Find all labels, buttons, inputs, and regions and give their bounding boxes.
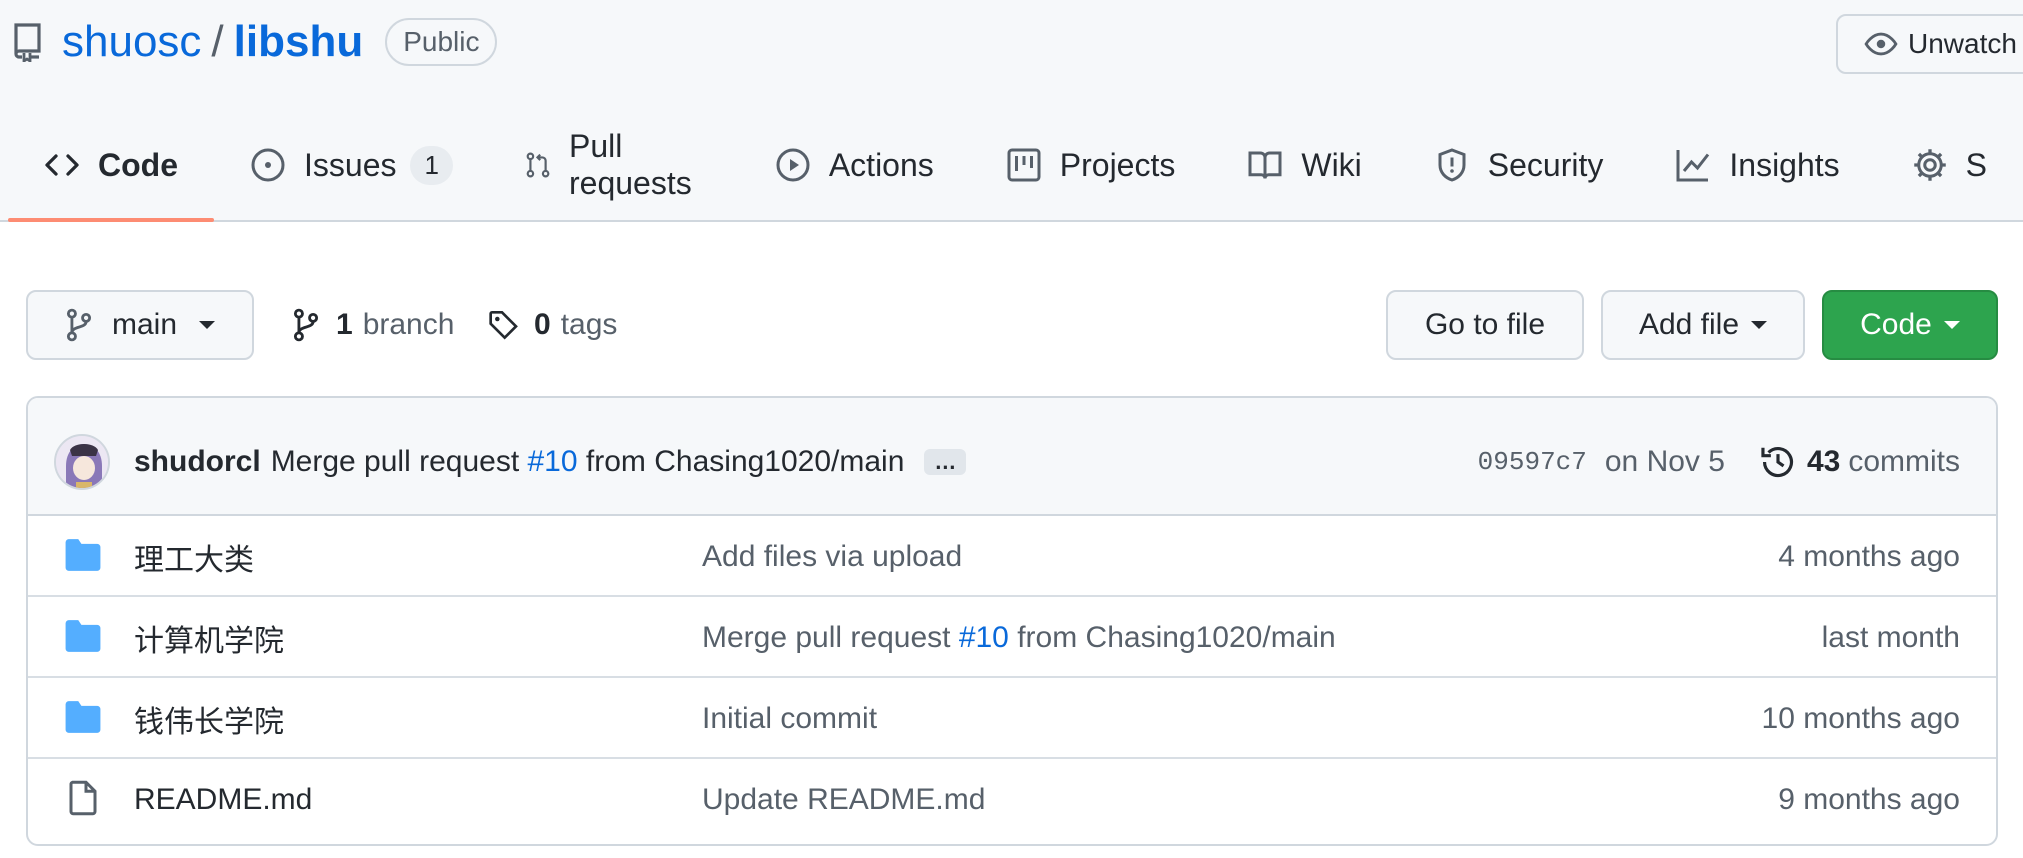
tab-wiki[interactable]: Wiki bbox=[1211, 110, 1397, 220]
issues-counter: 1 bbox=[410, 145, 453, 185]
file-name-link[interactable]: README.md bbox=[134, 759, 312, 840]
file-commit-link[interactable]: Update README.md bbox=[702, 759, 985, 840]
file-commit-link[interactable]: Add files via upload bbox=[702, 516, 962, 597]
chevron-down-icon bbox=[199, 321, 216, 329]
repo-header: shuosc / libshu Public Unwatch Code Issu… bbox=[0, 0, 2023, 222]
repo-title: shuosc / libshu Public bbox=[12, 14, 498, 70]
commit-history-link[interactable]: 43 commits bbox=[1759, 443, 1960, 481]
folder-icon bbox=[65, 701, 101, 733]
issue-icon bbox=[251, 148, 285, 182]
file-list: shudorcl Merge pull request #10 from Cha… bbox=[26, 396, 1998, 846]
repo-path-separator: / bbox=[211, 17, 224, 66]
unwatch-button[interactable]: Unwatch bbox=[1836, 14, 2023, 74]
tab-pull-requests-label: Pull requests bbox=[569, 128, 692, 201]
tab-projects[interactable]: Projects bbox=[970, 110, 1212, 220]
commit-message-suffix[interactable]: from Chasing1020/main bbox=[586, 445, 905, 479]
tab-settings[interactable]: S bbox=[1876, 110, 2023, 220]
play-icon bbox=[776, 148, 810, 182]
file-icon bbox=[69, 780, 97, 816]
expand-commit-message-button[interactable]: … bbox=[924, 449, 967, 475]
latest-commit-meta: 09597c7 on Nov 5 43 commits bbox=[1478, 436, 1960, 488]
folder-icon bbox=[65, 620, 101, 652]
git-branch-icon bbox=[66, 308, 92, 342]
commit-sha-link[interactable]: 09597c7 bbox=[1478, 447, 1587, 477]
tab-code[interactable]: Code bbox=[8, 110, 214, 222]
file-commit-pr-link[interactable]: #10 bbox=[959, 621, 1009, 655]
tab-security-label: Security bbox=[1487, 146, 1604, 183]
tab-issues-label: Issues bbox=[304, 146, 397, 183]
tag-count: 0 bbox=[534, 308, 551, 341]
tab-actions[interactable]: Actions bbox=[739, 110, 970, 220]
file-commit-prefix[interactable]: Merge pull request bbox=[702, 621, 950, 655]
visibility-badge: Public bbox=[385, 18, 498, 66]
file-age: 9 months ago bbox=[1778, 782, 1960, 816]
avatar[interactable] bbox=[54, 434, 110, 490]
chevron-down-icon bbox=[1751, 321, 1768, 329]
file-commit-link[interactable]: Initial commit bbox=[702, 678, 877, 759]
history-icon bbox=[1761, 447, 1793, 478]
file-age: last month bbox=[1821, 620, 1960, 654]
code-icon bbox=[45, 154, 79, 176]
file-name-link[interactable]: 钱伟长学院 bbox=[134, 678, 284, 759]
branch-select-button[interactable]: main bbox=[26, 290, 254, 360]
latest-commit-bar: shudorcl Merge pull request #10 from Cha… bbox=[28, 398, 1996, 516]
repo-owner-link[interactable]: shuosc bbox=[62, 17, 201, 67]
tab-actions-label: Actions bbox=[828, 146, 934, 183]
shield-icon bbox=[1438, 148, 1466, 182]
file-name-link[interactable]: 理工大类 bbox=[134, 516, 254, 597]
tab-issues[interactable]: Issues 1 bbox=[214, 110, 489, 220]
tab-projects-label: Projects bbox=[1059, 146, 1176, 183]
tab-insights[interactable]: Insights bbox=[1639, 110, 1875, 220]
file-row: README.md Update README.md 9 months ago bbox=[28, 759, 1996, 840]
commit-count: 43 bbox=[1806, 445, 1841, 478]
branch-word: branch bbox=[362, 308, 455, 341]
file-age: 4 months ago bbox=[1778, 539, 1960, 573]
file-commit-suffix[interactable]: from Chasing1020/main bbox=[1017, 621, 1336, 655]
commit-message-prefix[interactable]: Merge pull request bbox=[271, 445, 519, 479]
pull-request-icon bbox=[526, 152, 550, 178]
code-button-label: Code bbox=[1860, 308, 1932, 341]
commit-pr-link[interactable]: #10 bbox=[528, 445, 578, 479]
avatar-image bbox=[56, 436, 108, 488]
tag-icon bbox=[489, 311, 518, 340]
commit-word: commits bbox=[1848, 445, 1960, 478]
go-to-file-button[interactable]: Go to file bbox=[1386, 290, 1584, 360]
unwatch-label: Unwatch bbox=[1908, 28, 2017, 59]
branches-link[interactable]: 1 branch bbox=[290, 290, 454, 360]
file-row: 钱伟长学院 Initial commit 10 months ago bbox=[28, 678, 1996, 759]
project-icon bbox=[1007, 148, 1041, 182]
commit-author-link[interactable]: shudorcl bbox=[134, 445, 261, 479]
tab-code-label: Code bbox=[98, 146, 178, 183]
branch-name: main bbox=[112, 308, 178, 341]
file-commit-message: Merge pull request #10 from Chasing1020/… bbox=[702, 597, 1336, 678]
tab-settings-label: S bbox=[1965, 146, 1987, 183]
go-to-file-label: Go to file bbox=[1424, 308, 1546, 341]
tab-insights-label: Insights bbox=[1729, 146, 1840, 183]
latest-commit-message: shudorcl Merge pull request #10 from Cha… bbox=[134, 436, 967, 488]
chevron-down-icon bbox=[1943, 321, 1960, 329]
graph-icon bbox=[1676, 150, 1710, 182]
file-row: 计算机学院 Merge pull request #10 from Chasin… bbox=[28, 597, 1996, 678]
tab-pull-requests[interactable]: Pull requests bbox=[489, 110, 739, 220]
tab-wiki-label: Wiki bbox=[1301, 146, 1362, 183]
book-icon bbox=[1248, 151, 1282, 179]
gear-icon bbox=[1913, 149, 1946, 181]
file-age: 10 months ago bbox=[1761, 701, 1960, 735]
folder-icon bbox=[65, 539, 101, 571]
repo-icon bbox=[14, 23, 41, 62]
file-row: 理工大类 Add files via upload 4 months ago bbox=[28, 516, 1996, 597]
file-name-link[interactable]: 计算机学院 bbox=[134, 597, 284, 678]
tag-word: tags bbox=[560, 308, 618, 341]
tab-security[interactable]: Security bbox=[1398, 110, 1640, 220]
add-file-button[interactable]: Add file bbox=[1601, 290, 1805, 360]
add-file-label: Add file bbox=[1638, 308, 1740, 341]
tags-link[interactable]: 0 tags bbox=[488, 290, 617, 360]
commit-date: on Nov 5 bbox=[1604, 445, 1725, 478]
repo-tabs: Code Issues 1 Pull requests Actions Proj… bbox=[8, 110, 2023, 222]
eye-icon bbox=[1864, 32, 1898, 56]
branch-count: 1 bbox=[336, 308, 353, 341]
git-branch-icon bbox=[293, 308, 319, 342]
code-button[interactable]: Code bbox=[1822, 290, 1998, 360]
repo-name-link[interactable]: libshu bbox=[234, 17, 364, 67]
